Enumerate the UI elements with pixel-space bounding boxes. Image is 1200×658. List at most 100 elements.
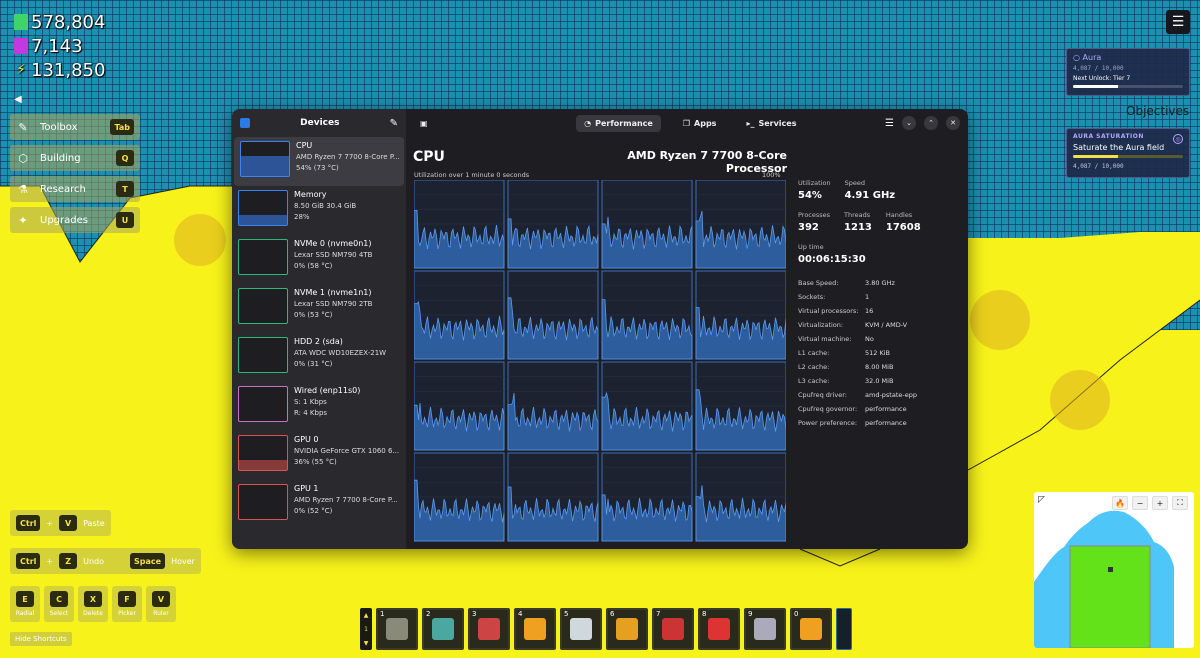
hotbar-slot-8[interactable]: 8: [698, 608, 740, 650]
slot-number: 2: [426, 610, 431, 618]
hotbar-scroll[interactable]: ▲ 1 ▼: [360, 608, 372, 650]
menu-icon[interactable]: ☰: [885, 118, 894, 129]
terminal-icon: ▸_: [746, 118, 755, 128]
slot-number: 0: [794, 610, 799, 618]
system-monitor-window[interactable]: Devices ✎ CPU AMD Ryzen 7 7700 8-Core P..…: [232, 109, 968, 549]
device-item[interactable]: GPU 1 AMD Ryzen 7 7700 8-Core P... 0% (52 …: [232, 480, 406, 529]
hotbar-slot-3[interactable]: 3: [468, 608, 510, 650]
hotbar-slot-0[interactable]: 0: [790, 608, 832, 650]
menu-item-toolbox[interactable]: ✎ Toolbox Tab: [10, 114, 140, 140]
hotbar-end-icon[interactable]: [836, 608, 852, 650]
aura-panel: ○ Aura 4,087 / 10,000 Next Unlock: Tier …: [1066, 48, 1190, 96]
key-ctrl: Ctrl: [16, 515, 41, 531]
detail-row: Sockets: 1: [798, 293, 958, 301]
hotbar-slot-9[interactable]: 9: [744, 608, 786, 650]
cpu-core-graph: [507, 270, 599, 360]
menu-item-building[interactable]: ⬡ Building Q: [10, 145, 140, 171]
apps-icon: ❐: [682, 118, 691, 128]
objective-value: 4,087 / 10,000: [1073, 163, 1124, 170]
hamburger-icon: ☰: [1171, 14, 1185, 30]
tab-apps[interactable]: ❐ Apps: [675, 115, 725, 132]
play-icon: [754, 618, 776, 640]
device-name: NVMe 0 (nvme0n1): [294, 239, 372, 248]
objective-card[interactable]: AURA SATURATION ◎ Saturate the Aura fiel…: [1066, 128, 1190, 178]
fire-icon[interactable]: 🔥: [1112, 496, 1128, 510]
cpu-core-graphs: [414, 180, 786, 542]
shortcut-delete[interactable]: X Delete: [78, 586, 108, 622]
menu-key-badge: U: [116, 212, 134, 228]
tab-services[interactable]: ▸_ Services: [738, 115, 804, 132]
purple-flag-icon: [14, 38, 28, 54]
cpu-core-graph: [507, 361, 599, 451]
hotbar-slot-6[interactable]: 6: [606, 608, 648, 650]
scroll-down-icon[interactable]: ▼: [364, 640, 369, 647]
toggle-sidebar-button[interactable]: ▣: [412, 115, 436, 132]
cpu-core-graph: [414, 452, 505, 542]
cpu-details: Base Speed: 3.80 GHz Sockets: 1 Virtual proc…: [798, 279, 958, 427]
circuit-icon: [708, 618, 730, 640]
cpu-stats: Utilization 54% Speed 4.91 GHz Processes 39…: [798, 179, 958, 433]
edit-icon[interactable]: ✎: [390, 118, 398, 129]
objective-title: AURA SATURATION: [1073, 133, 1144, 140]
shortcut-ruler[interactable]: V Ruler: [146, 586, 176, 622]
device-item[interactable]: Memory 8.50 GiB 30.4 GiB 28%: [232, 186, 406, 235]
shortcut-select[interactable]: C Select: [44, 586, 74, 622]
detail-key: Power preference:: [798, 419, 858, 427]
detail-value: 3.80 GHz: [865, 279, 895, 287]
detail-value: 32.0 MiB: [865, 377, 894, 385]
device-detail: NVIDIA GeForce GTX 1060 6...: [294, 447, 400, 455]
device-name: NVMe 1 (nvme1n1): [294, 288, 372, 297]
cube-icon: ⬡: [18, 151, 28, 165]
device-item[interactable]: NVMe 0 (nvme0n1) Lexar SSD NM790 4TB 0% (5…: [232, 235, 406, 284]
menu-item-label: Upgrades: [40, 214, 88, 226]
shortcut-label: Delete: [83, 610, 103, 617]
device-item[interactable]: CPU AMD Ryzen 7 7700 8-Core P... 54% (73 °…: [234, 137, 404, 186]
hotbar-slot-7[interactable]: 7: [652, 608, 694, 650]
resource-counters: 578,804 7,143 ⚡ 131,850: [14, 10, 105, 82]
menu-item-label: Toolbox: [40, 121, 78, 133]
resource-purple: 7,143: [14, 34, 105, 58]
minimap-canvas: [1034, 492, 1194, 648]
detail-row: Virtualization: KVM / AMD-V: [798, 321, 958, 329]
hotbar-slot-4[interactable]: 4: [514, 608, 556, 650]
lightning-icon: ⚡: [16, 62, 26, 78]
chevron-up-icon[interactable]: ⌃: [924, 116, 938, 130]
zoom-out-button[interactable]: −: [1132, 496, 1148, 510]
sidebar-title: Devices: [300, 118, 340, 128]
shortcut-radial[interactable]: E Radial: [10, 586, 40, 622]
device-item[interactable]: Wired (enp11s0) S: 1 Kbps R: 4 Kbps: [232, 382, 406, 431]
detail-key: Cpufreq driver:: [798, 391, 847, 399]
hotbar-slot-5[interactable]: 5: [560, 608, 602, 650]
device-detail: 0% (53 °C): [294, 311, 333, 319]
hide-shortcuts-button[interactable]: Hide Shortcuts: [10, 632, 72, 646]
detail-value: performance: [865, 419, 907, 427]
minimap[interactable]: ◸ 🔥 − + ⛶: [1034, 492, 1194, 648]
resize-corner-icon[interactable]: ◸: [1038, 495, 1045, 505]
menu-item-upgrades[interactable]: ✦ Upgrades U: [10, 207, 140, 233]
device-graph-thumbnail: [238, 484, 288, 520]
close-icon[interactable]: ✕: [946, 116, 960, 130]
hotbar-slot-2[interactable]: 2: [422, 608, 464, 650]
device-item[interactable]: GPU 0 NVIDIA GeForce GTX 1060 6... 36% (55…: [232, 431, 406, 480]
collapse-menu-icon[interactable]: ◀: [14, 94, 22, 105]
chevron-down-icon[interactable]: ⌄: [902, 116, 916, 130]
fullscreen-icon[interactable]: ⛶: [1172, 496, 1188, 510]
detail-value: No: [865, 335, 874, 343]
detail-value: amd-pstate-epp: [865, 391, 917, 399]
detail-row: Base Speed: 3.80 GHz: [798, 279, 958, 287]
device-item[interactable]: HDD 2 (sda) ATA WDC WD10EZEX-21W 0% (31 °C…: [232, 333, 406, 382]
cpu-core-graph: [414, 180, 505, 269]
tab-performance[interactable]: ◔ Performance: [576, 114, 661, 132]
device-item[interactable]: NVMe 1 (nvme1n1) Lexar SSD NM790 2TB 0% (5…: [232, 284, 406, 333]
zoom-in-button[interactable]: +: [1152, 496, 1168, 510]
menu-key-badge: Q: [116, 150, 134, 166]
menu-item-research[interactable]: ⚗ Research T: [10, 176, 140, 202]
detail-key: Virtualization:: [798, 321, 844, 329]
utilization-caption: Utilization over 1 minute 0 seconds: [414, 171, 530, 179]
hotbar-slot-1[interactable]: 1: [376, 608, 418, 650]
main-menu-button[interactable]: ☰: [1166, 10, 1190, 34]
detail-key: Cpufreq governor:: [798, 405, 858, 413]
scroll-up-icon[interactable]: ▲: [364, 612, 369, 619]
menu-item-label: Building: [40, 152, 81, 164]
shortcut-picker[interactable]: F Picker: [112, 586, 142, 622]
